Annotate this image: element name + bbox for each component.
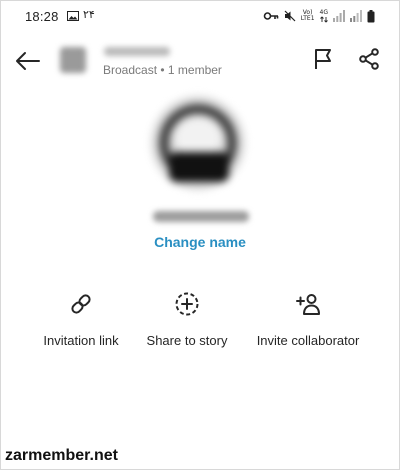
change-name-button[interactable]: Change name [1,234,399,250]
profile-base [169,152,229,182]
back-arrow-icon[interactable] [13,49,41,73]
add-person-icon [296,294,320,315]
share-icon[interactable] [357,47,381,71]
invite-collaborator-label: Invite collaborator [256,333,360,348]
status-bar: 18:28 ۲۴ Vo) LTE1 4G [1,1,399,31]
gallery-notification-icon [67,11,79,21]
header: Broadcast • 1 member [1,39,399,83]
network-type-bottom: LTE1 [300,15,315,22]
invitation-link-button[interactable]: Invitation link [31,291,131,348]
mute-icon [284,10,296,22]
screen: 18:28 ۲۴ Vo) LTE1 4G Broadcast • 1 membe… [0,0,400,470]
vpn-key-icon [263,12,279,20]
invite-collaborator-button[interactable]: Invite collaborator [248,291,368,348]
add-story-icon [175,292,199,316]
share-to-story-label: Share to story [146,333,228,348]
flag-icon[interactable] [311,47,335,71]
link-icon [71,294,91,314]
header-avatar[interactable] [60,47,86,73]
status-time: 18:28 [25,9,59,24]
channel-name-blurred [104,47,170,56]
signal-group: 4G [319,9,328,23]
header-subtitle: Broadcast • 1 member [103,63,222,77]
share-to-story-button[interactable]: Share to story [137,291,237,348]
data-arrows-icon [319,15,328,23]
signal-strength-2-icon [350,10,362,22]
signal-strength-icon [333,10,345,22]
channel-actions: Invitation link Share to story Invite co… [1,291,399,361]
invitation-link-label: Invitation link [43,333,119,348]
watermark-text: zarmember.net [5,447,118,464]
status-notification-number: ۲۴ [83,8,95,21]
channel-display-name-blurred [153,211,249,222]
status-icons: Vo) LTE1 4G [263,9,375,23]
battery-icon [367,9,375,22]
network-type: Vo) LTE1 [301,10,315,22]
channel-profile-picture[interactable] [151,96,245,190]
